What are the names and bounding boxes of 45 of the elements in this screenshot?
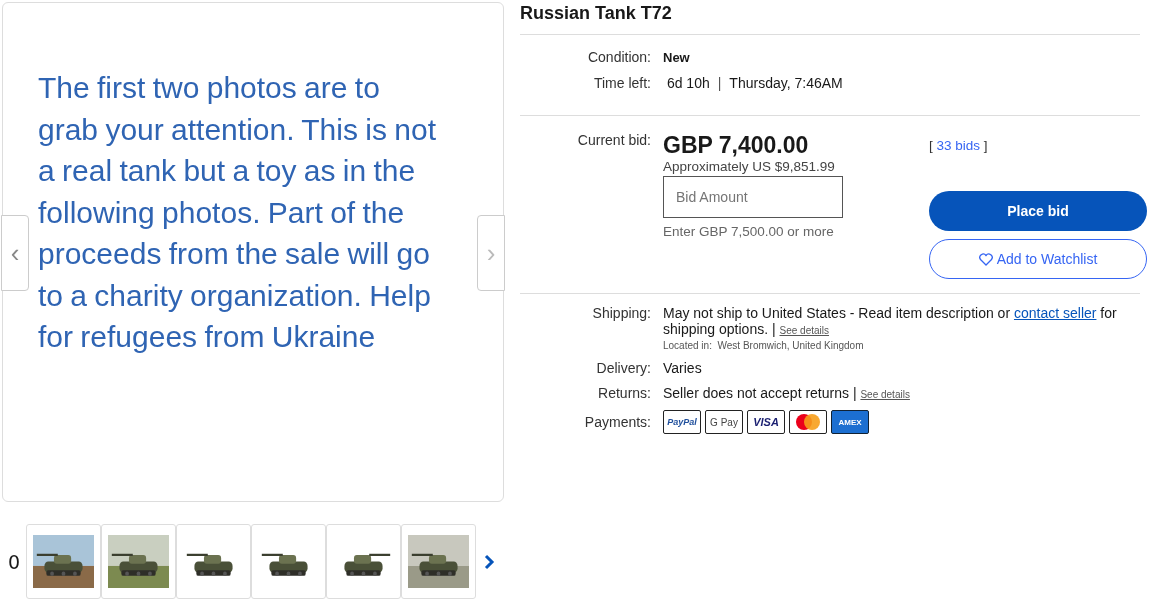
condition-value: New: [663, 50, 691, 65]
field-label: Condition:: [586, 49, 651, 65]
place-bid-button[interactable]: Place bid: [929, 191, 1147, 231]
bracket: [: [929, 138, 933, 153]
image-counter: 0: [6, 550, 22, 573]
current-price: GBP 7,400.00: [663, 132, 810, 159]
returns-text: Seller does not accept returns | See details: [663, 385, 910, 401]
separator: |: [717, 75, 722, 91]
location-value: West Bromwich, United Kingdom: [717, 340, 864, 351]
field-label: Returns:: [597, 385, 651, 401]
chevron-right-icon[interactable]: [482, 553, 496, 570]
watchlist-button[interactable]: Add to Watchlist: [929, 239, 1147, 279]
see-details-link[interactable]: See details: [860, 389, 910, 400]
bid-hint: Enter GBP 7,500.00 or more: [663, 224, 835, 239]
paypal-logo: PayPal: [663, 410, 701, 434]
image-text: The first two photos are to grab your attention. This is not a real tank but a toy as in the following photos. Part of the proceeds from the sale will go to a charity organization. Help for refugees from Ukraine: [38, 70, 437, 355]
thumbnail[interactable]: [326, 524, 401, 599]
location-label: Located in:: [663, 340, 712, 351]
field-label: Shipping:: [591, 305, 651, 321]
end-time: Thursday, 7:46AM: [729, 75, 843, 91]
gpay-logo: G Pay: [705, 410, 743, 434]
thumbnail[interactable]: [251, 524, 326, 599]
delivery-value: Varies: [663, 360, 703, 376]
field-label: Time left:: [592, 75, 651, 91]
heart-icon: [978, 252, 993, 266]
thumbnail[interactable]: [401, 524, 476, 599]
bid-count-link[interactable]: 33 bids: [936, 138, 981, 153]
previous-button[interactable]: ‹: [1, 215, 29, 291]
thumbnail[interactable]: [101, 524, 176, 599]
mastercard-icon: [789, 410, 827, 434]
thumbnail[interactable]: [26, 524, 101, 599]
bid-amount-field[interactable]: Bid Amount: [663, 176, 843, 218]
field-label: Payments:: [583, 414, 651, 430]
contact-seller-link[interactable]: contact seller: [1013, 305, 1097, 321]
visa-logo: VISA: [747, 410, 785, 434]
bracket: ]: [983, 138, 988, 153]
converted-price: Approximately US $9,851.99: [663, 159, 836, 174]
field-label: Current bid:: [576, 132, 651, 150]
item-title: Russian Tank T72: [520, 2, 673, 25]
thumbnail[interactable]: [176, 524, 251, 599]
amex-logo: AMEX: [831, 410, 869, 434]
shipping-text: May not ship to United States - Read item description or contact seller for shipping options. | See details: [663, 305, 1118, 337]
time-remaining: 6d 10h: [665, 75, 710, 91]
see-details-link[interactable]: See details: [779, 325, 829, 336]
field-label: Delivery:: [595, 360, 651, 376]
